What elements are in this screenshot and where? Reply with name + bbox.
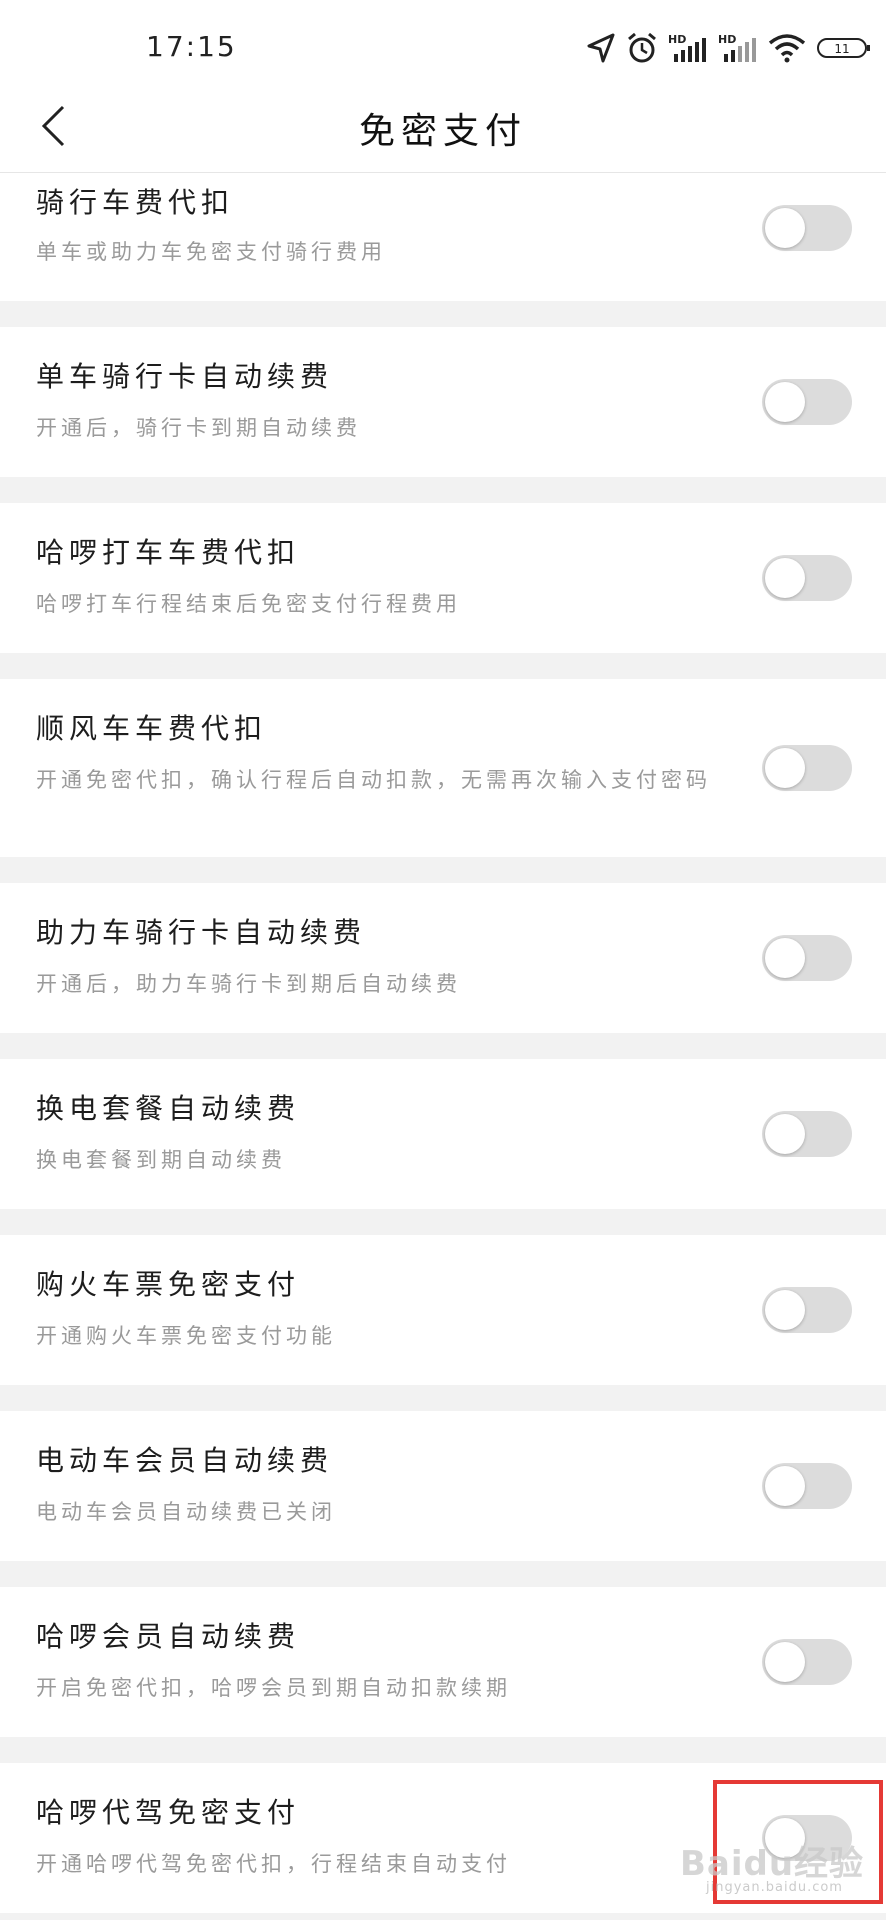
setting-title: 换电套餐自动续费 bbox=[36, 1092, 301, 1125]
setting-title: 骑行车费代扣 bbox=[36, 186, 235, 219]
settings-list: 骑行车费代扣 单车或助力车免密支付骑行费用 单车骑行卡自动续费 开通后，骑行卡到… bbox=[0, 173, 886, 1913]
setting-toggle[interactable] bbox=[762, 205, 852, 251]
divider bbox=[0, 301, 886, 327]
setting-toggle[interactable] bbox=[762, 935, 852, 981]
toggle-knob bbox=[765, 558, 805, 598]
alarm-clock-icon bbox=[626, 32, 658, 64]
setting-title: 哈啰会员自动续费 bbox=[36, 1620, 301, 1653]
setting-title: 哈啰打车车费代扣 bbox=[36, 536, 301, 569]
watermark-url: jingyan.baidu.com bbox=[706, 1880, 843, 1895]
divider bbox=[0, 857, 886, 883]
setting-toggle[interactable] bbox=[762, 555, 852, 601]
setting-toggle[interactable] bbox=[762, 379, 852, 425]
setting-item: 哈啰会员自动续费 开启免密代扣，哈啰会员到期自动扣款续期 bbox=[0, 1587, 886, 1737]
setting-item: 换电套餐自动续费 换电套餐到期自动续费 bbox=[0, 1059, 886, 1209]
signal-hd-icon: HD bbox=[668, 32, 708, 64]
setting-desc: 哈啰打车行程结束后免密支付行程费用 bbox=[36, 592, 461, 616]
setting-desc: 电动车会员自动续费已关闭 bbox=[36, 1500, 336, 1524]
toggle-knob bbox=[765, 1114, 805, 1154]
setting-title: 电动车会员自动续费 bbox=[36, 1444, 334, 1477]
divider bbox=[0, 1209, 886, 1235]
setting-item: 购火车票免密支付 开通购火车票免密支付功能 bbox=[0, 1235, 886, 1385]
setting-item: 单车骑行卡自动续费 开通后，骑行卡到期自动续费 bbox=[0, 327, 886, 477]
signal-hd-icon: HD bbox=[718, 32, 758, 64]
status-time: 17:15 bbox=[146, 30, 237, 63]
setting-title: 哈啰代驾免密支付 bbox=[36, 1796, 301, 1829]
page-title: 免密支付 bbox=[358, 111, 527, 152]
setting-item: 助力车骑行卡自动续费 开通后，助力车骑行卡到期后自动续费 bbox=[0, 883, 886, 1033]
divider bbox=[0, 1385, 886, 1411]
setting-toggle[interactable] bbox=[762, 1287, 852, 1333]
toggle-knob bbox=[765, 1642, 805, 1682]
setting-toggle[interactable] bbox=[762, 745, 852, 791]
setting-desc: 开通后，助力车骑行卡到期后自动续费 bbox=[36, 972, 461, 996]
status-icons: HD HD 11 bbox=[586, 28, 872, 68]
setting-toggle[interactable] bbox=[762, 1639, 852, 1685]
divider bbox=[0, 1737, 886, 1763]
nav-bar: 免密支付 bbox=[0, 84, 886, 173]
battery-icon: 11 bbox=[816, 36, 872, 60]
setting-desc: 开通哈啰代驾免密代扣，行程结束自动支付 bbox=[36, 1852, 511, 1876]
setting-desc: 开通免密代扣，确认行程后自动扣款，无需再次输入支付密码 bbox=[36, 768, 711, 792]
toggle-knob bbox=[765, 938, 805, 978]
setting-title: 助力车骑行卡自动续费 bbox=[36, 916, 367, 949]
setting-desc: 单车或助力车免密支付骑行费用 bbox=[36, 240, 386, 264]
svg-text:HD: HD bbox=[668, 33, 686, 46]
divider bbox=[0, 1561, 886, 1587]
watermark: Baidu经验 bbox=[680, 1844, 865, 1884]
setting-item: 顺风车车费代扣 开通免密代扣，确认行程后自动扣款，无需再次输入支付密码 bbox=[0, 679, 886, 857]
svg-text:HD: HD bbox=[718, 33, 736, 46]
location-arrow-icon bbox=[586, 32, 616, 64]
divider bbox=[0, 477, 886, 503]
setting-item: 骑行车费代扣 单车或助力车免密支付骑行费用 bbox=[0, 173, 886, 301]
setting-item: 哈啰打车车费代扣 哈啰打车行程结束后免密支付行程费用 bbox=[0, 503, 886, 653]
setting-title: 购火车票免密支付 bbox=[36, 1268, 301, 1301]
battery-level: 11 bbox=[834, 42, 849, 56]
setting-title: 单车骑行卡自动续费 bbox=[36, 360, 334, 393]
toggle-knob bbox=[765, 748, 805, 788]
setting-desc: 换电套餐到期自动续费 bbox=[36, 1148, 286, 1172]
setting-item: 电动车会员自动续费 电动车会员自动续费已关闭 bbox=[0, 1411, 886, 1561]
setting-desc: 开启免密代扣，哈啰会员到期自动扣款续期 bbox=[36, 1676, 511, 1700]
toggle-knob bbox=[765, 1466, 805, 1506]
divider bbox=[0, 1033, 886, 1059]
setting-title: 顺风车车费代扣 bbox=[36, 712, 268, 745]
setting-desc: 开通购火车票免密支付功能 bbox=[36, 1324, 336, 1348]
divider bbox=[0, 653, 886, 679]
toggle-knob bbox=[765, 1290, 805, 1330]
setting-toggle[interactable] bbox=[762, 1463, 852, 1509]
setting-desc: 开通后，骑行卡到期自动续费 bbox=[36, 416, 361, 440]
toggle-knob bbox=[765, 208, 805, 248]
setting-toggle[interactable] bbox=[762, 1111, 852, 1157]
wifi-icon bbox=[768, 33, 806, 63]
toggle-knob bbox=[765, 382, 805, 422]
status-bar: 17:15 HD HD 11 bbox=[0, 0, 886, 84]
